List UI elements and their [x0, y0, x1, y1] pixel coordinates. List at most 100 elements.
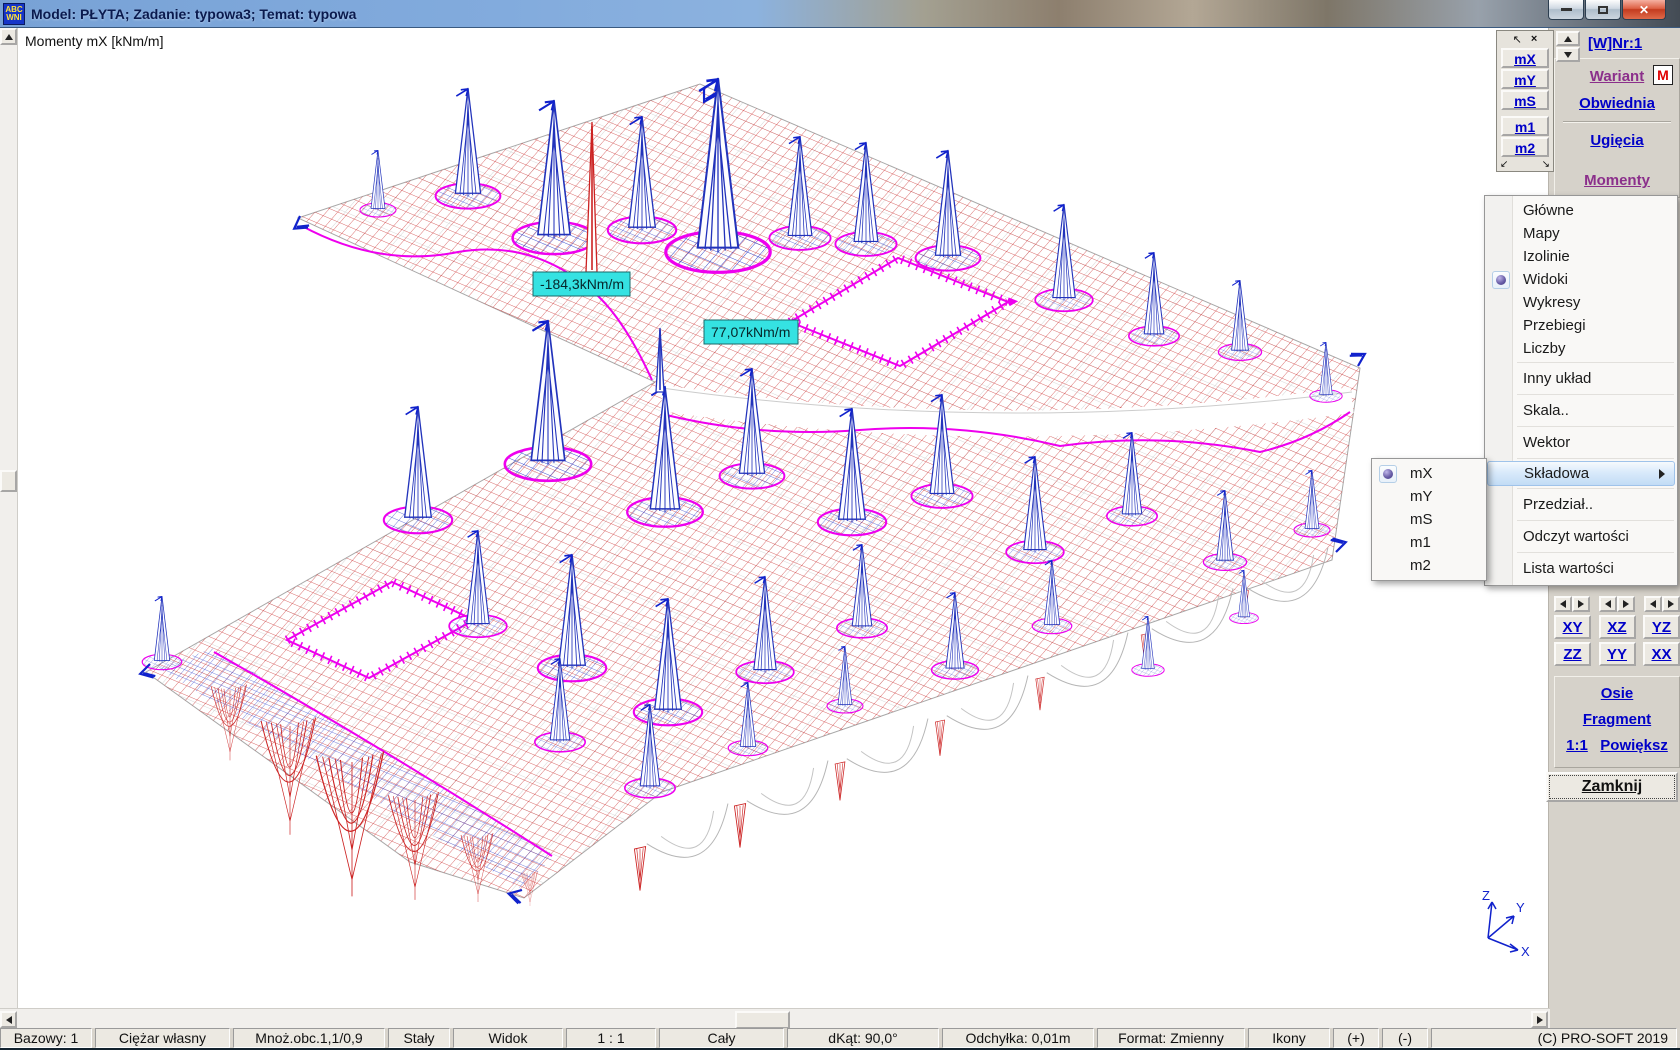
component-submenu: mX mY mS m1 m2: [1371, 458, 1487, 581]
menu-item-przedzial[interactable]: Przedział..: [1487, 491, 1675, 518]
maximize-icon: [1598, 6, 1608, 14]
close-button[interactable]: ✕: [1622, 0, 1666, 20]
rotate-left-button-3[interactable]: [1644, 596, 1662, 612]
menu-item-wektor[interactable]: Wektor: [1487, 429, 1675, 456]
palette-move-icon[interactable]: ↖: [1513, 33, 1522, 46]
vertical-scrollbar-thumb[interactable]: [0, 470, 17, 492]
slab-surface: [146, 84, 1360, 898]
status-cell-odchylka[interactable]: Odchyłka: 0,01m: [942, 1028, 1094, 1048]
rotate-left-button-2[interactable]: [1599, 596, 1617, 612]
palette-button-m2[interactable]: m2: [1501, 137, 1549, 157]
drawing-canvas[interactable]: -184,3kNm/m 77,07kNm/m Z Y X Momenty mX …: [18, 28, 1548, 1008]
status-cell-ciezar-wlasny[interactable]: Ciężar własny: [95, 1028, 230, 1048]
menu-item-izolinie[interactable]: Izolinie: [1487, 245, 1675, 268]
status-cell-staly[interactable]: Stały: [388, 1028, 450, 1048]
menu-item-glowne[interactable]: Główne: [1487, 199, 1675, 222]
palette-resize-se-icon[interactable]: ↘: [1542, 159, 1550, 170]
plane-button-yy[interactable]: YY: [1599, 642, 1636, 666]
palette-button-mx[interactable]: mX: [1501, 48, 1549, 68]
powieksz-link[interactable]: Powiększ: [1600, 737, 1668, 754]
menu-item-liczby[interactable]: Liczby: [1487, 337, 1675, 360]
menu-item-label: Wektor: [1523, 434, 1570, 451]
horizontal-scrollbar-thumb[interactable]: [735, 1011, 790, 1029]
submenu-item-mx[interactable]: mX: [1374, 462, 1484, 485]
palette-button-my[interactable]: mY: [1501, 69, 1549, 89]
status-cell-bazowy[interactable]: Bazowy: 1: [0, 1028, 92, 1048]
vertical-scrollbar[interactable]: [0, 28, 18, 1008]
status-cell-plus[interactable]: (+): [1333, 1028, 1379, 1048]
obwiednia-link[interactable]: Obwiednia: [1579, 95, 1655, 112]
plane-button-xy[interactable]: XY: [1554, 615, 1591, 639]
status-cell-minus[interactable]: (-): [1382, 1028, 1428, 1048]
palette-button-ms[interactable]: mS: [1501, 90, 1549, 110]
submenu-item-m1[interactable]: m1: [1374, 531, 1484, 554]
status-cell-format[interactable]: Format: Zmienny: [1097, 1028, 1245, 1048]
status-cell-ikony[interactable]: Ikony: [1248, 1028, 1330, 1048]
menu-item-mapy[interactable]: Mapy: [1487, 222, 1675, 245]
menu-item-wykresy[interactable]: Wykresy: [1487, 291, 1675, 314]
minimize-button[interactable]: [1548, 0, 1584, 20]
submenu-item-label: mS: [1410, 511, 1433, 528]
osie-link[interactable]: Osie: [1601, 685, 1634, 702]
menu-item-inny-uklad[interactable]: Inny układ: [1487, 365, 1675, 392]
status-cell-caly[interactable]: Cały: [659, 1028, 784, 1048]
status-bar: Bazowy: 1 Ciężar własny Mnoż.obc.1,1/0,9…: [0, 1028, 1680, 1048]
submenu-arrow-icon: [1659, 469, 1665, 479]
palette-resize-sw-icon[interactable]: ↙: [1500, 159, 1508, 170]
menu-item-label: Widoki: [1523, 271, 1568, 288]
axes-triad: [1488, 902, 1518, 952]
plane-button-xz[interactable]: XZ: [1599, 615, 1636, 639]
scroll-up-button[interactable]: [0, 28, 17, 45]
wariant-link[interactable]: Wariant: [1590, 68, 1644, 85]
scale-1to1-link[interactable]: 1:1: [1566, 737, 1588, 754]
rotate-left-button-1[interactable]: [1554, 596, 1572, 612]
variant-panel: Wariant M Obwiednia Ugięcia Momenty: [1554, 58, 1680, 198]
status-cell-widok[interactable]: Widok: [453, 1028, 563, 1048]
status-cell-copyright: (C) PRO-SOFT 2019: [1431, 1028, 1677, 1048]
menu-item-label: Inny układ: [1523, 370, 1591, 387]
submenu-item-my[interactable]: mY: [1374, 485, 1484, 508]
menu-item-lista-wartosci[interactable]: Lista wartości: [1487, 555, 1675, 582]
menu-item-label: Przedział..: [1523, 496, 1593, 513]
rotate-right-button-2[interactable]: [1617, 596, 1635, 612]
plane-button-zz[interactable]: ZZ: [1554, 642, 1591, 666]
menu-item-przebiegi[interactable]: Przebiegi: [1487, 314, 1675, 337]
status-cell-skala[interactable]: 1 : 1: [566, 1028, 656, 1048]
m-badge[interactable]: M: [1653, 65, 1673, 85]
fragment-link[interactable]: Fragment: [1583, 711, 1651, 728]
variant-spinner-down[interactable]: [1556, 47, 1580, 62]
rotate-right-button-3[interactable]: [1662, 596, 1680, 612]
right-arrow-icon: [1623, 600, 1629, 608]
menu-item-label: Wykresy: [1523, 294, 1580, 311]
status-cell-mnoznik[interactable]: Mnoż.obc.1,1/0,9: [233, 1028, 385, 1048]
menu-item-label: Izolinie: [1523, 248, 1570, 265]
palette-button-m1[interactable]: m1: [1501, 116, 1549, 136]
view-plane-buttons: XY XZ YZ ZZ YY XX: [1554, 596, 1680, 669]
variant-spinner-up[interactable]: [1556, 31, 1580, 46]
menu-item-widoki[interactable]: Widoki: [1487, 268, 1675, 291]
submenu-item-label: m1: [1410, 534, 1431, 551]
maximize-button[interactable]: [1585, 0, 1621, 20]
window-title: Model: PŁYTA; Zadanie: typowa3; Temat: t…: [31, 6, 356, 22]
ugiecia-link[interactable]: Ugięcia: [1590, 132, 1643, 149]
menu-item-odczyt-wartosci[interactable]: Odczyt wartości: [1487, 523, 1675, 550]
plane-button-yz[interactable]: YZ: [1643, 615, 1680, 639]
menu-separator: [1517, 362, 1674, 363]
submenu-item-ms[interactable]: mS: [1374, 508, 1484, 531]
left-arrow-icon: [1560, 600, 1566, 608]
zamknij-button[interactable]: Zamknij: [1546, 772, 1678, 802]
scroll-left-button[interactable]: [0, 1011, 17, 1028]
status-cell-dkat[interactable]: dKąt: 90,0°: [787, 1028, 939, 1048]
scroll-right-button[interactable]: [1531, 1011, 1548, 1028]
momenty-link[interactable]: Momenty: [1584, 172, 1650, 189]
left-arrow-icon: [6, 1016, 12, 1024]
menu-item-skladowa[interactable]: Składowa: [1487, 461, 1675, 486]
menu-item-skala[interactable]: Skala..: [1487, 397, 1675, 424]
horizontal-scrollbar[interactable]: [0, 1008, 1550, 1030]
rotate-right-button-1[interactable]: [1572, 596, 1590, 612]
variant-number-link[interactable]: [W]Nr:1: [1588, 35, 1642, 52]
palette-close-icon[interactable]: ×: [1531, 33, 1537, 45]
submenu-item-m2[interactable]: m2: [1374, 554, 1484, 577]
plane-button-xx[interactable]: XX: [1643, 642, 1680, 666]
axis-x-label: X: [1521, 944, 1530, 959]
